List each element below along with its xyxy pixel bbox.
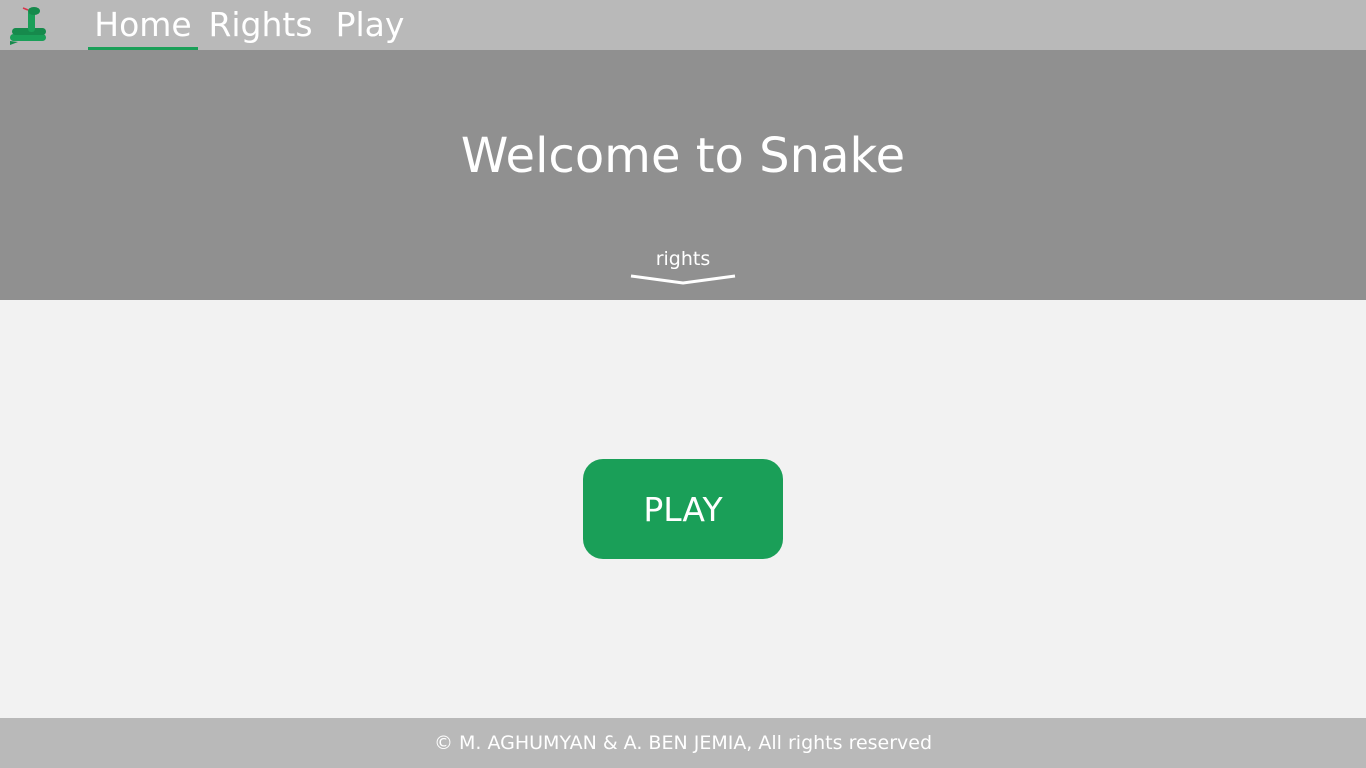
page-title: Welcome to Snake [460, 128, 906, 184]
rights-scroll-link[interactable]: rights [630, 248, 736, 270]
nav-home-link[interactable]: Home [88, 0, 198, 50]
copyright-text: © M. AGHUMYAN & A. BEN JEMIA, All rights… [433, 732, 933, 754]
footer: © M. AGHUMYAN & A. BEN JEMIA, All rights… [0, 718, 1366, 768]
navbar: Home Rights Play [0, 0, 1366, 50]
hero-banner: Welcome to Snake rights [0, 50, 1366, 300]
snake-icon[interactable] [8, 4, 48, 46]
chevron-down-icon[interactable] [630, 272, 736, 286]
play-button[interactable]: PLAY [583, 459, 783, 559]
nav-play-link[interactable]: Play [328, 0, 412, 50]
main-content: PLAY [0, 300, 1366, 718]
nav-rights-link[interactable]: Rights [203, 0, 318, 50]
